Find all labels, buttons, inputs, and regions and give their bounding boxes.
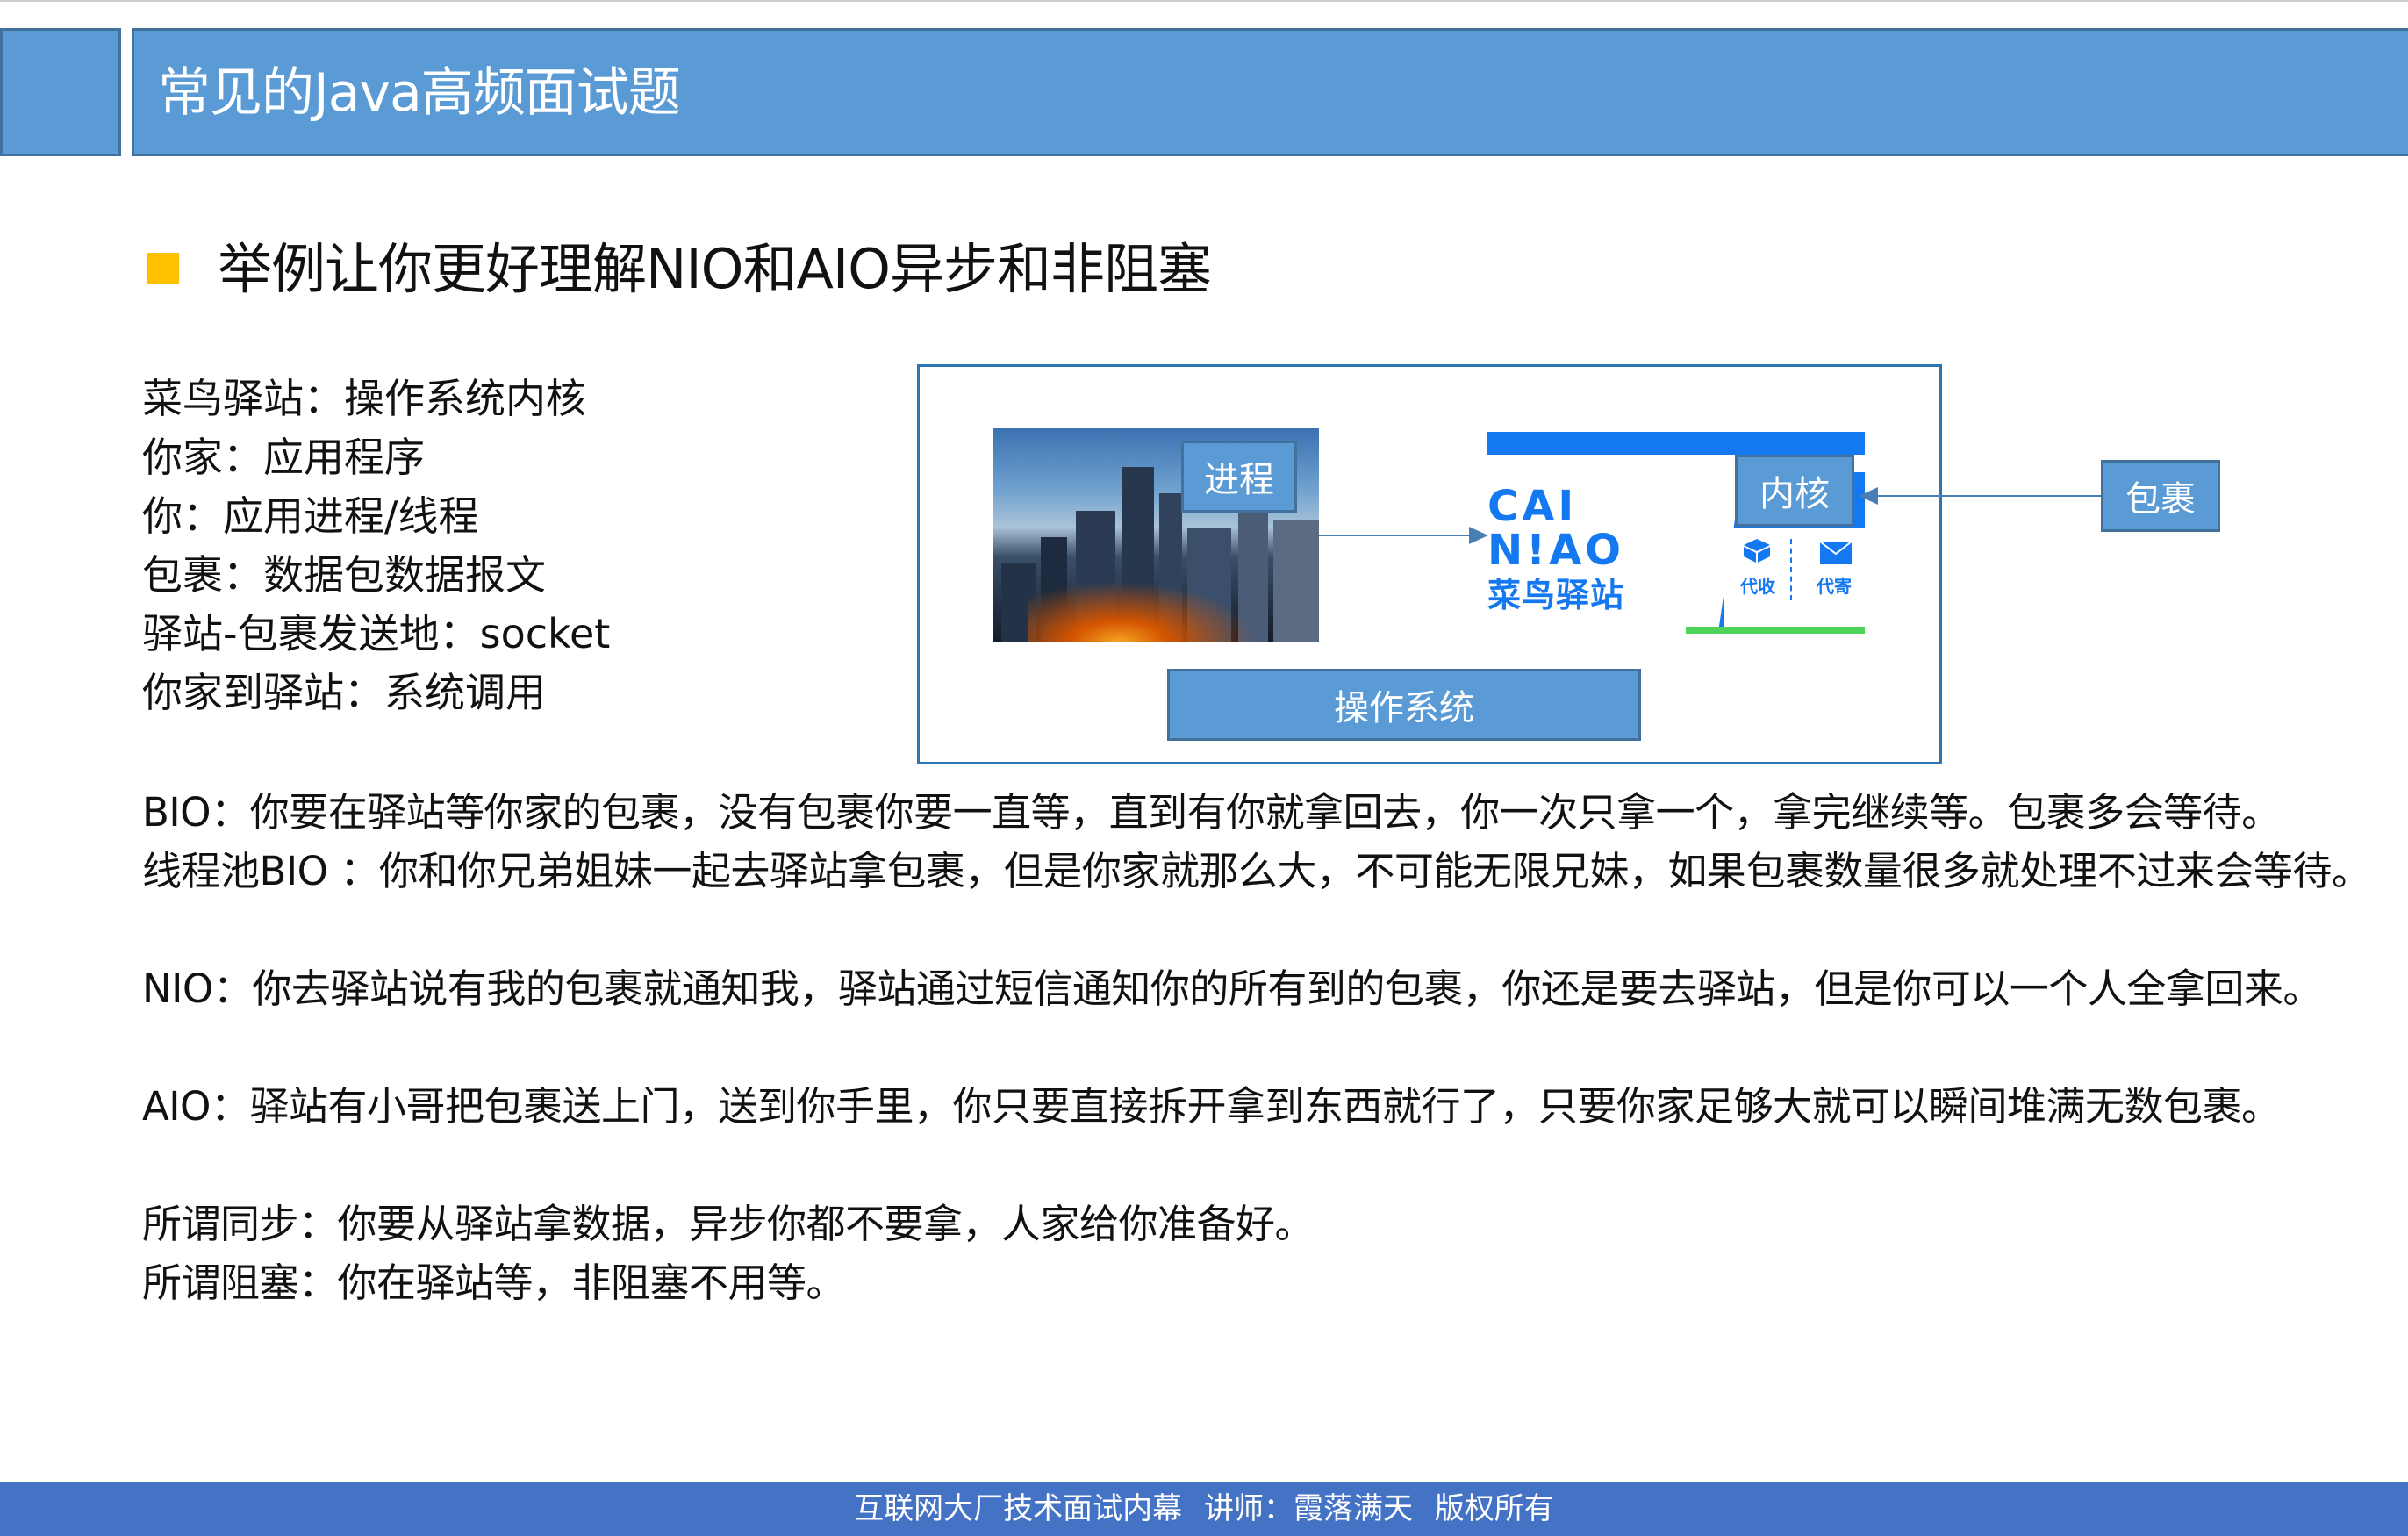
definition-line: 你家到驿站：系统调用 (142, 669, 546, 716)
package-to-kernel-arrow (1876, 495, 2124, 497)
kernel-label: 内核 (1735, 455, 1854, 527)
bio-paragraph: BIO：你要在驿站等你家的包裹，没有包裹你要一直等，直到有你就拿回去，你一次只拿… (142, 789, 2281, 836)
definition-line: 驿站-包裹发送地：socket (142, 610, 611, 657)
aio-paragraph: AIO：驿站有小哥把包裹送上门，送到你手里，你只要直接拆开拿到东西就行了，只要你… (142, 1083, 2281, 1130)
bullet-square-icon (147, 253, 179, 284)
process-to-kernel-arrow (1319, 535, 1477, 536)
package-icon (1744, 539, 1770, 563)
sync-paragraph: 所谓同步：你要从驿站拿数据，异步你都不要拿，人家给你准备好。 (142, 1201, 1315, 1247)
envelope-icon (1819, 541, 1853, 564)
arrow-head-icon (1859, 487, 1878, 505)
tag-send: 代寄 (1817, 576, 1852, 597)
logo-text-bottom: N!AO (1487, 526, 1625, 575)
process-label: 进程 (1181, 441, 1297, 513)
definition-line: 菜鸟驿站：操作系统内核 (142, 375, 586, 422)
bio-pool-paragraph: 线程池BIO ：你和你兄弟姐妹一起去驿站拿包裹，但是你家就那么大，不可能无限兄妹… (142, 848, 2371, 894)
header-accent-block (0, 28, 121, 156)
footer-text: 互联网大厂技术面试内幕 讲师：霞落满天 版权所有 (854, 1491, 1554, 1526)
page-title: 常见的Java高频面试题 (158, 62, 681, 124)
top-border (0, 0, 2408, 2)
nio-paragraph: NIO：你去驿站说有我的包裹就通知我，驿站通过短信通知你的所有到的包裹，你还是要… (142, 965, 2322, 1012)
logo-text-top: CAI (1487, 482, 1578, 531)
package-label: 包裹 (2101, 460, 2220, 532)
definition-line: 包裹：数据包数据报文 (142, 551, 546, 599)
city-photo: 进程 (993, 428, 1319, 642)
tag-collect: 代收 (1740, 576, 1775, 597)
os-label: 操作系统 (1167, 669, 1641, 741)
concept-diagram: 进程 CAI N!AO 菜鸟驿站 代收 代寄 内核 包裹 操作系统 (917, 364, 2220, 764)
arrow-head-icon (1469, 527, 1488, 544)
definition-line: 你：应用进程/线程 (142, 492, 479, 540)
slide-subtitle: 举例让你更好理解NIO和AIO异步和非阻塞 (218, 237, 1212, 301)
logo-text-zh: 菜鸟驿站 (1487, 576, 1625, 614)
definition-line: 你家：应用程序 (142, 434, 425, 481)
cainiao-station-logo: CAI N!AO 菜鸟驿站 代收 代寄 内核 (1487, 432, 1865, 634)
block-paragraph: 所谓阻塞：你在驿站等，非阻塞不用等。 (142, 1260, 846, 1306)
